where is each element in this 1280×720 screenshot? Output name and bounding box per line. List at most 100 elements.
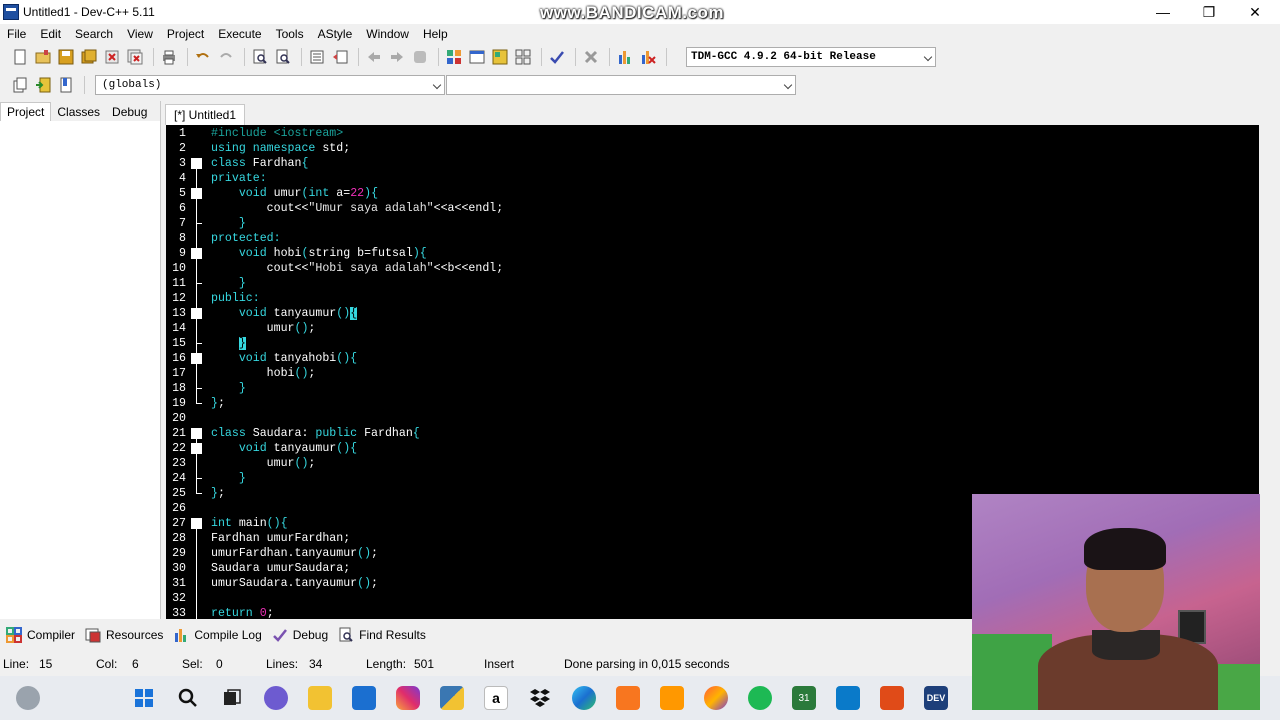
code-line[interactable]: 4 private: [166, 171, 1166, 186]
python-icon[interactable] [440, 686, 464, 710]
bookmark-button[interactable] [56, 75, 76, 95]
office-icon[interactable] [880, 686, 904, 710]
code-line[interactable]: 22 void tanyaumur(){ [166, 441, 1166, 456]
close-file-button[interactable] [102, 47, 122, 67]
xampp-icon[interactable] [616, 686, 640, 710]
indent-button[interactable] [307, 47, 327, 67]
calendar-icon[interactable]: 31 [792, 686, 816, 710]
minimize-button[interactable]: — [1140, 0, 1186, 24]
code-line[interactable]: 14 umur(); [166, 321, 1166, 336]
bookmark-prev-button[interactable] [364, 47, 384, 67]
code-line[interactable]: 9 void hobi(string b=futsal){ [166, 246, 1166, 261]
code-line[interactable]: 5 void umur(int a=22){ [166, 186, 1166, 201]
code-line[interactable]: 12 public: [166, 291, 1166, 306]
vscode-icon[interactable] [836, 686, 860, 710]
abort-button[interactable] [581, 47, 601, 67]
edge-icon[interactable] [572, 686, 596, 710]
syntax-check-button[interactable] [547, 47, 567, 67]
code-line[interactable]: 7 } [166, 216, 1166, 231]
windows-start-icon[interactable] [132, 686, 156, 710]
save-all-button[interactable] [79, 47, 99, 67]
menu-execute[interactable]: Execute [211, 27, 268, 41]
code-line[interactable]: 8 protected: [166, 231, 1166, 246]
maximize-button[interactable]: ❐ [1186, 0, 1232, 24]
menu-view[interactable]: View [120, 27, 160, 41]
menu-window[interactable]: Window [359, 27, 416, 41]
open-button[interactable] [33, 47, 53, 67]
code-line[interactable]: 13 void tanyaumur(){ [166, 306, 1166, 321]
layout-button[interactable] [490, 47, 510, 67]
close-all-button[interactable] [125, 47, 145, 67]
project-new-button[interactable] [444, 47, 464, 67]
dropbox-icon[interactable] [528, 686, 552, 710]
tab-compiler[interactable]: Compiler [6, 627, 75, 643]
menu-help[interactable]: Help [416, 27, 455, 41]
window-button[interactable] [467, 47, 487, 67]
firefox-icon[interactable] [704, 686, 728, 710]
tab-debug-output[interactable]: Debug [272, 627, 328, 643]
menu-file[interactable]: File [0, 27, 33, 41]
devcpp-taskbar-icon[interactable]: DEV [924, 686, 948, 710]
menu-edit[interactable]: Edit [33, 27, 68, 41]
replace-button[interactable] [273, 47, 293, 67]
code-line[interactable]: 11 } [166, 276, 1166, 291]
undo-button[interactable] [193, 47, 213, 67]
tab-project[interactable]: Project [0, 102, 52, 121]
menu-search[interactable]: Search [68, 27, 120, 41]
toggle-comment-button[interactable] [410, 47, 430, 67]
editor-scrollbar[interactable] [1260, 125, 1280, 619]
code-line[interactable]: 15 } [166, 336, 1166, 351]
menu-astyle[interactable]: AStyle [311, 27, 360, 41]
fold-marker-icon[interactable] [191, 158, 202, 169]
grid-view-button[interactable] [513, 47, 533, 67]
task-view-icon[interactable] [220, 686, 244, 710]
save-button[interactable] [56, 47, 76, 67]
code-line[interactable]: 1 #include <iostream> [166, 126, 1166, 141]
instagram-icon[interactable] [396, 686, 420, 710]
code-line[interactable]: 23 umur(); [166, 456, 1166, 471]
code-line[interactable]: 10 cout<<"Hobi saya adalah"<<b<<endl; [166, 261, 1166, 276]
sublime-icon[interactable] [660, 686, 684, 710]
delete-profile-button[interactable] [638, 47, 658, 67]
print-button[interactable] [159, 47, 179, 67]
code-line[interactable]: 2 using namespace std; [166, 141, 1166, 156]
code-line[interactable]: 19}; [166, 396, 1166, 411]
close-button[interactable]: ✕ [1232, 0, 1278, 24]
weather-icon[interactable] [16, 686, 40, 710]
search-icon[interactable] [176, 686, 200, 710]
code-line[interactable]: 16 void tanyahobi(){ [166, 351, 1166, 366]
spotify-icon[interactable] [748, 686, 772, 710]
code-line[interactable]: 24 } [166, 471, 1166, 486]
tab-find-results[interactable]: Find Results [338, 627, 426, 643]
goto-button[interactable] [33, 75, 53, 95]
tab-classes[interactable]: Classes [51, 103, 106, 121]
menu-project[interactable]: Project [160, 27, 211, 41]
amazon-icon[interactable]: a [484, 686, 508, 710]
new-file-button[interactable] [10, 47, 30, 67]
code-line[interactable]: 17 hobi(); [166, 366, 1166, 381]
tab-debug[interactable]: Debug [106, 103, 153, 121]
compiler-select[interactable]: TDM-GCC 4.9.2 64-bit Release [686, 47, 936, 67]
redo-button[interactable] [216, 47, 236, 67]
tab-resources[interactable]: Resources [85, 627, 163, 643]
unindent-button[interactable] [330, 47, 350, 67]
chat-icon[interactable] [264, 686, 288, 710]
function-select[interactable] [446, 75, 796, 95]
code-line[interactable]: 21 class Saudara: public Fardhan{ [166, 426, 1166, 441]
code-line[interactable]: 18 } [166, 381, 1166, 396]
code-line[interactable]: 6 cout<<"Umur saya adalah"<<a<<endl; [166, 201, 1166, 216]
scope-select[interactable]: (globals) [95, 75, 445, 95]
find-button[interactable] [250, 47, 270, 67]
fold-marker-icon[interactable] [191, 428, 202, 439]
insert-button[interactable] [10, 75, 30, 95]
tab-compile-log[interactable]: Compile Log [173, 627, 262, 643]
code-line[interactable]: 3 class Fardhan{ [166, 156, 1166, 171]
profile-button[interactable] [615, 47, 635, 67]
fold-marker-icon[interactable] [191, 518, 202, 529]
menu-tools[interactable]: Tools [269, 27, 311, 41]
file-explorer-icon[interactable] [308, 686, 332, 710]
store-icon[interactable] [352, 686, 376, 710]
code-line[interactable]: 20 [166, 411, 1166, 426]
bookmark-next-button[interactable] [387, 47, 407, 67]
tab-untitled1[interactable]: [*] Untitled1 [165, 104, 246, 125]
